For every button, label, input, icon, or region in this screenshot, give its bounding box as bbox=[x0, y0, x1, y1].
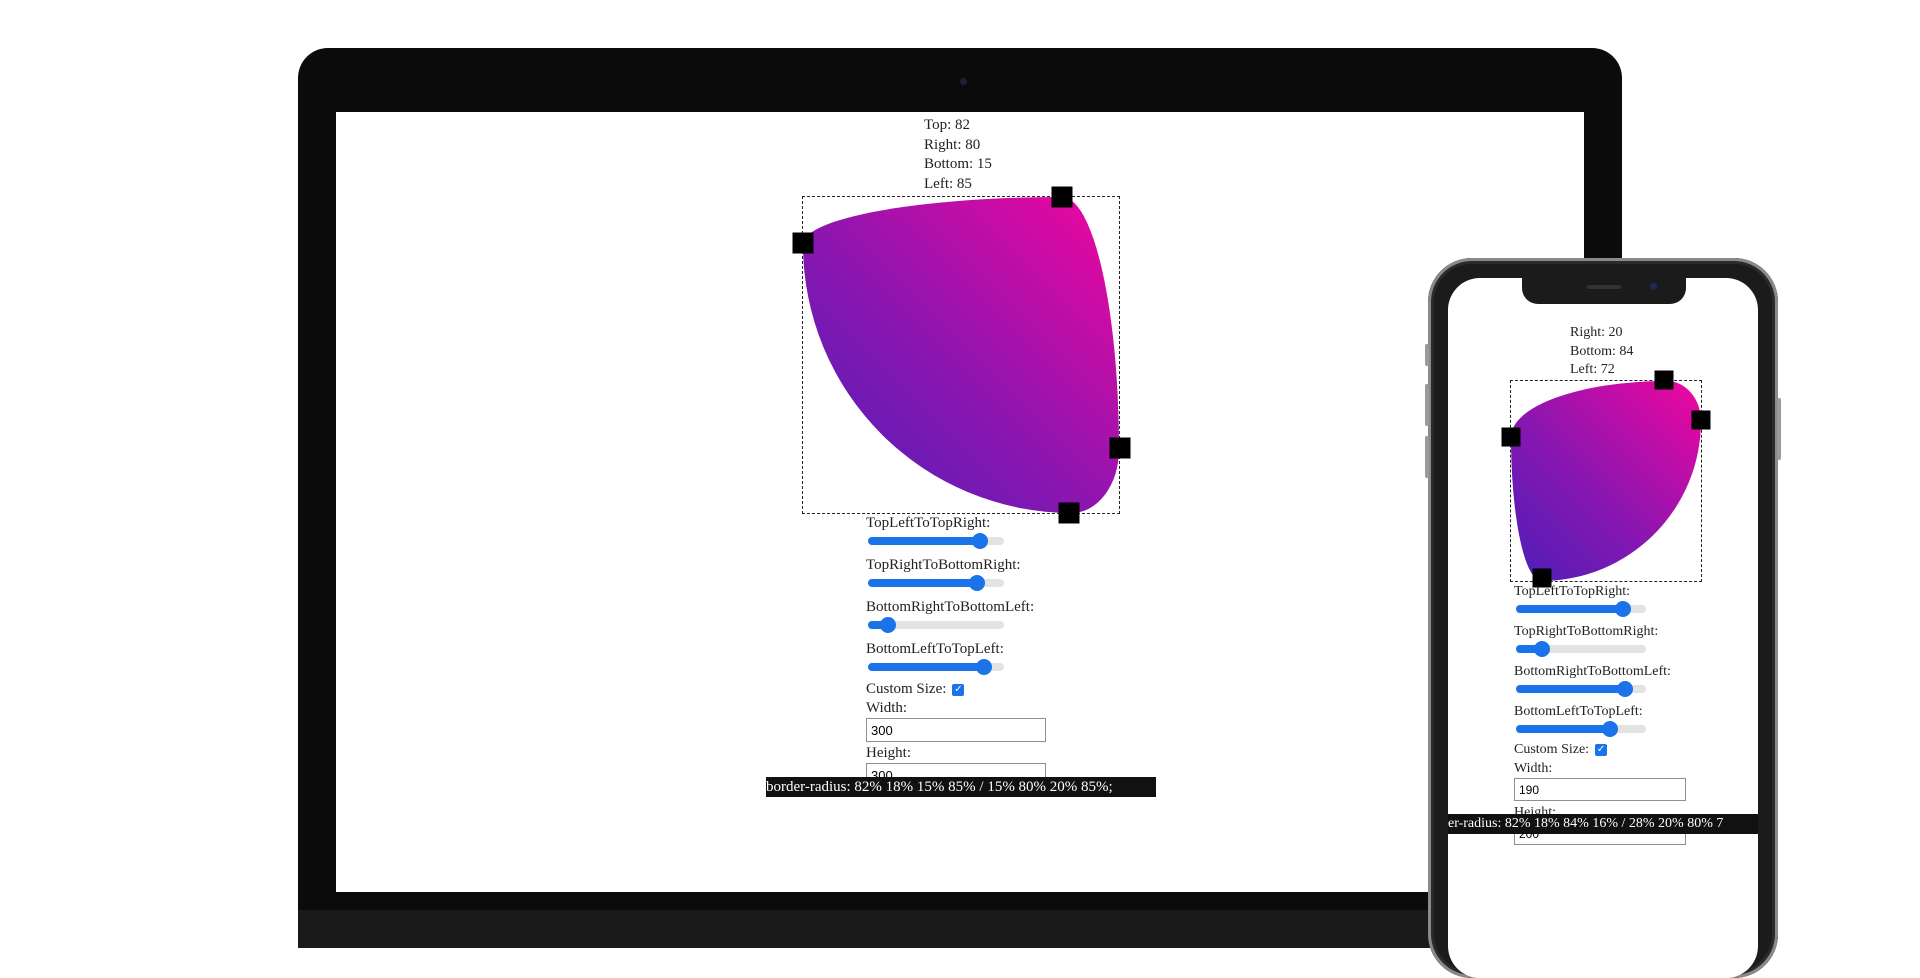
shape-frame bbox=[802, 196, 1120, 514]
css-output: er-radius: 82% 18% 84% 16% / 28% 20% 80%… bbox=[1448, 814, 1758, 834]
readout-left: Left: 72 bbox=[1570, 362, 1615, 377]
slider-thumb[interactable] bbox=[975, 659, 992, 675]
slider-fill bbox=[868, 537, 980, 545]
slider-fill bbox=[1516, 725, 1610, 733]
slider-label-top-left-to-top-right: TopLeftToTopRight: bbox=[866, 515, 991, 531]
speaker-icon bbox=[1587, 285, 1621, 289]
mute-switch bbox=[1425, 344, 1429, 366]
blob-shape bbox=[803, 197, 1119, 513]
readout-top: Top: 82 bbox=[924, 117, 971, 133]
slider-label-top-right-to-bottom-right: TopRightToBottomRight: bbox=[1514, 624, 1659, 639]
radius-readout: Top: 82 Right: 80 Bottom: 15 Left: 85 bbox=[924, 116, 992, 194]
controls-panel: TopLeftToTopRight: TopRightToBottomRight… bbox=[866, 514, 1066, 787]
slider-thumb[interactable] bbox=[971, 533, 988, 549]
top-handle[interactable] bbox=[1051, 186, 1073, 208]
slider-label-bottom-right-to-bottom-left: BottomRightToBottomLeft: bbox=[1514, 664, 1671, 679]
slider-thumb[interactable] bbox=[1614, 601, 1631, 617]
slider-bottom-right-to-bottom-left[interactable] bbox=[868, 617, 1004, 633]
check-icon[interactable]: ✓ bbox=[952, 683, 965, 696]
slider-thumb[interactable] bbox=[1534, 641, 1550, 657]
custom-size-row: Custom Size: ✓ bbox=[1514, 740, 1714, 759]
width-label: Width: bbox=[1514, 761, 1553, 776]
volume-down-button bbox=[1425, 436, 1429, 478]
css-output: border-radius: 82% 18% 15% 85% / 15% 80%… bbox=[766, 777, 1156, 797]
radius-readout: Right: 20 Bottom: 84 Left: 72 bbox=[1570, 324, 1633, 380]
phone-notch bbox=[1522, 278, 1686, 304]
front-camera-icon bbox=[1650, 283, 1657, 290]
slider-label-top-right-to-bottom-right: TopRightToBottomRight: bbox=[866, 557, 1021, 573]
slider-top-left-to-top-right[interactable] bbox=[1516, 601, 1646, 617]
slider-thumb[interactable] bbox=[968, 575, 985, 591]
power-button bbox=[1777, 398, 1781, 460]
slider-top-left-to-top-right[interactable] bbox=[868, 533, 1004, 549]
controls-panel: TopLeftToTopRight: TopRightToBottomRight… bbox=[1514, 582, 1714, 845]
shape-frame bbox=[1510, 380, 1702, 582]
readout-left: Left: 85 bbox=[924, 175, 972, 192]
slider-bottom-left-to-top-left[interactable] bbox=[868, 659, 1004, 675]
custom-size-label: Custom Size: bbox=[866, 681, 947, 697]
check-icon[interactable]: ✓ bbox=[1595, 743, 1608, 756]
slider-bottom-left-to-top-left[interactable] bbox=[1516, 721, 1646, 737]
slider-label-bottom-right-to-bottom-left: BottomRightToBottomLeft: bbox=[866, 599, 1035, 615]
slider-thumb[interactable] bbox=[1617, 681, 1634, 697]
slider-fill bbox=[868, 663, 984, 671]
laptop-mockup: Top: 82 Right: 80 Bottom: 15 Left: 85 To… bbox=[298, 48, 1622, 948]
blob-shape bbox=[1511, 381, 1701, 581]
slider-top-right-to-bottom-right[interactable] bbox=[868, 575, 1004, 591]
left-handle[interactable] bbox=[1501, 427, 1521, 447]
right-handle[interactable] bbox=[1691, 410, 1711, 430]
webcam-icon bbox=[960, 78, 967, 85]
laptop-base bbox=[298, 910, 1622, 948]
readout-right: Right: 20 bbox=[1570, 325, 1623, 340]
slider-thumb[interactable] bbox=[880, 617, 897, 633]
right-handle[interactable] bbox=[1109, 437, 1131, 459]
readout-bottom: Bottom: 84 bbox=[1570, 343, 1634, 359]
slider-bottom-right-to-bottom-left[interactable] bbox=[1516, 681, 1646, 697]
custom-size-row: Custom Size: ✓ bbox=[866, 680, 1066, 699]
height-label: Height: bbox=[866, 745, 911, 761]
slider-top-right-to-bottom-right[interactable] bbox=[1516, 641, 1646, 657]
slider-label-bottom-left-to-top-left: BottomLeftToTopLeft: bbox=[1514, 704, 1643, 719]
slider-fill bbox=[868, 579, 977, 587]
slider-fill bbox=[1516, 685, 1626, 693]
laptop-screen: Top: 82 Right: 80 Bottom: 15 Left: 85 To… bbox=[336, 112, 1584, 892]
slider-fill bbox=[1516, 605, 1623, 613]
phone-mockup: Right: 20 Bottom: 84 Left: 72 TopLeftToT… bbox=[1425, 258, 1781, 978]
slider-thumb[interactable] bbox=[1601, 721, 1618, 737]
readout-right: Right: 80 bbox=[924, 136, 981, 153]
slider-label-bottom-left-to-top-left: BottomLeftToTopLeft: bbox=[866, 641, 1004, 657]
volume-up-button bbox=[1425, 384, 1429, 426]
top-handle[interactable] bbox=[1654, 370, 1674, 390]
readout-bottom: Bottom: 15 bbox=[924, 156, 992, 172]
width-input[interactable] bbox=[866, 718, 1046, 742]
left-handle[interactable] bbox=[792, 232, 814, 254]
phone-screen: Right: 20 Bottom: 84 Left: 72 TopLeftToT… bbox=[1448, 278, 1758, 978]
width-input[interactable] bbox=[1514, 778, 1686, 801]
custom-size-label: Custom Size: bbox=[1514, 742, 1590, 757]
width-label: Width: bbox=[866, 700, 908, 716]
slider-label-top-left-to-top-right: TopLeftToTopRight: bbox=[1514, 584, 1631, 599]
